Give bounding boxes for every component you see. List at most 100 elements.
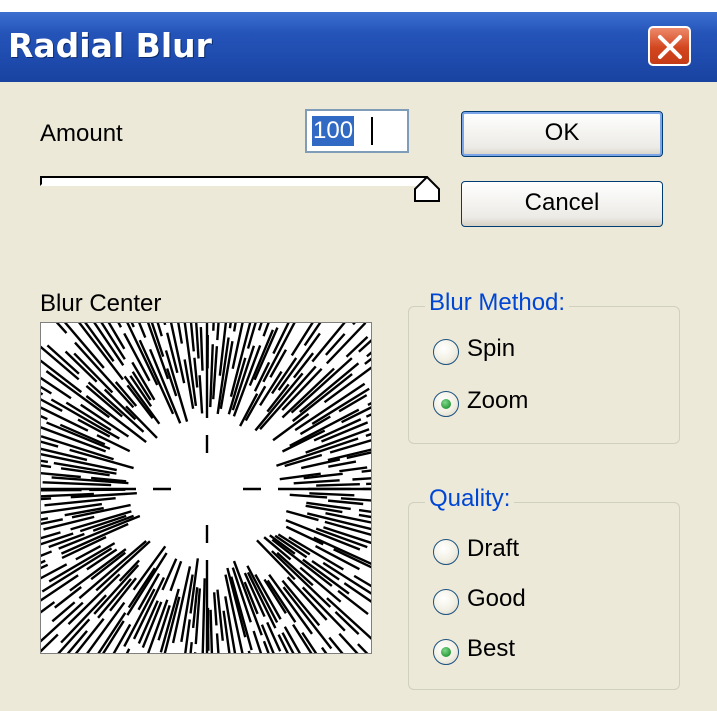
radio-zoom[interactable]: Zoom [433, 387, 573, 423]
blur-streak [271, 357, 298, 395]
blur-streak [156, 323, 163, 337]
blur-streak [215, 633, 220, 653]
blur-streak [201, 578, 206, 653]
blur-streak [41, 459, 49, 464]
amount-slider-track[interactable] [40, 176, 428, 186]
blur-streak [41, 497, 52, 501]
blur-streak [290, 323, 314, 357]
blur-streak [67, 573, 121, 626]
blur-streak [41, 464, 52, 469]
blur-streak [55, 323, 68, 334]
blur-streak [293, 479, 340, 485]
blur-streak [352, 323, 356, 326]
blur-streak [337, 589, 369, 616]
blur-streak [41, 563, 49, 570]
blur-streak [316, 482, 360, 487]
amount-value: 100 [312, 116, 355, 146]
blur-streak [189, 323, 195, 352]
blur-streak [159, 588, 180, 653]
blur-streak [195, 323, 200, 359]
blur-streak [239, 393, 259, 427]
blur-streak [224, 596, 237, 653]
blur-streak [340, 497, 371, 502]
close-button[interactable] [648, 26, 691, 66]
blur-streak [41, 517, 49, 521]
blur-streak [216, 589, 224, 641]
blur-streak [358, 508, 371, 513]
blur-streak [292, 623, 313, 653]
blur-streak [352, 477, 371, 481]
blur-streak [365, 413, 371, 418]
blur-streak [78, 540, 147, 600]
quality-group: Quality: Draft Good Best [408, 485, 680, 690]
blur-streak [150, 323, 165, 358]
blur-streak [166, 332, 179, 374]
blur-streak [125, 405, 158, 439]
blur-streak [44, 496, 116, 507]
blur-streak [193, 357, 199, 388]
blur-streak [365, 432, 371, 438]
blur-streak [54, 586, 82, 609]
blur-streak [41, 559, 46, 564]
blur-streak [209, 609, 214, 653]
radio-draft[interactable]: Draft [433, 535, 573, 571]
blur-streak [125, 648, 131, 653]
quality-title: Quality: [425, 485, 515, 513]
blur-streak [41, 392, 44, 396]
ok-button[interactable]: OK [461, 111, 663, 157]
blur-streak [212, 346, 219, 400]
window-title: Radial Blur [8, 26, 212, 65]
blur-streak [41, 385, 53, 395]
blur-streak [117, 323, 123, 328]
blur-streak [189, 641, 193, 653]
blur-streak [198, 375, 204, 414]
blur-streak [309, 492, 355, 497]
radio-button-unchecked [433, 589, 459, 615]
radio-best-label: Best [467, 635, 516, 662]
blur-streak [276, 437, 359, 467]
blur-center-preview[interactable] [40, 322, 372, 654]
blur-streak [358, 513, 371, 519]
radio-button-unchecked [433, 339, 459, 365]
blur-method-group: Blur Method: Spin Zoom [408, 289, 680, 444]
radio-button-unchecked [433, 539, 459, 565]
blur-streak [367, 402, 371, 407]
blur-streak [41, 601, 56, 614]
blur-streak [247, 650, 251, 653]
blur-streak [177, 323, 184, 344]
amount-input[interactable]: 100 [305, 109, 409, 153]
radio-button-checked [433, 391, 459, 417]
radio-button-checked [433, 639, 459, 665]
blur-streak [199, 326, 204, 371]
cancel-button[interactable]: Cancel [461, 181, 663, 227]
radio-spin[interactable]: Spin [433, 335, 573, 371]
radio-dot [441, 399, 451, 409]
blur-streak [102, 620, 125, 653]
radio-spin-label: Spin [467, 335, 516, 362]
close-icon [658, 35, 682, 59]
radio-good[interactable]: Good [433, 585, 573, 621]
amount-slider-thumb[interactable] [412, 176, 442, 204]
blur-streak [118, 559, 140, 582]
blur-streak [161, 558, 178, 591]
blur-streak [289, 493, 328, 499]
blur-method-title: Blur Method: [425, 289, 570, 317]
blur-streak [41, 550, 53, 557]
blur-streak [262, 323, 270, 337]
blur-streak [216, 323, 220, 341]
blur-streak [272, 413, 310, 442]
blur-center-label: Blur Center [40, 290, 162, 317]
radio-best[interactable]: Best [433, 635, 573, 671]
blur-streak [228, 323, 232, 329]
blur-streak [232, 323, 237, 332]
blur-streak [163, 323, 167, 326]
blur-streak [41, 472, 81, 479]
blur-streak [212, 592, 218, 626]
radio-draft-label: Draft [467, 535, 520, 562]
blur-streak [130, 323, 135, 328]
blur-streak [361, 469, 371, 473]
blur-streak [43, 515, 95, 531]
radio-good-label: Good [467, 585, 526, 612]
amount-label: Amount [40, 120, 123, 147]
zoom-blur-lines-image [41, 323, 371, 653]
